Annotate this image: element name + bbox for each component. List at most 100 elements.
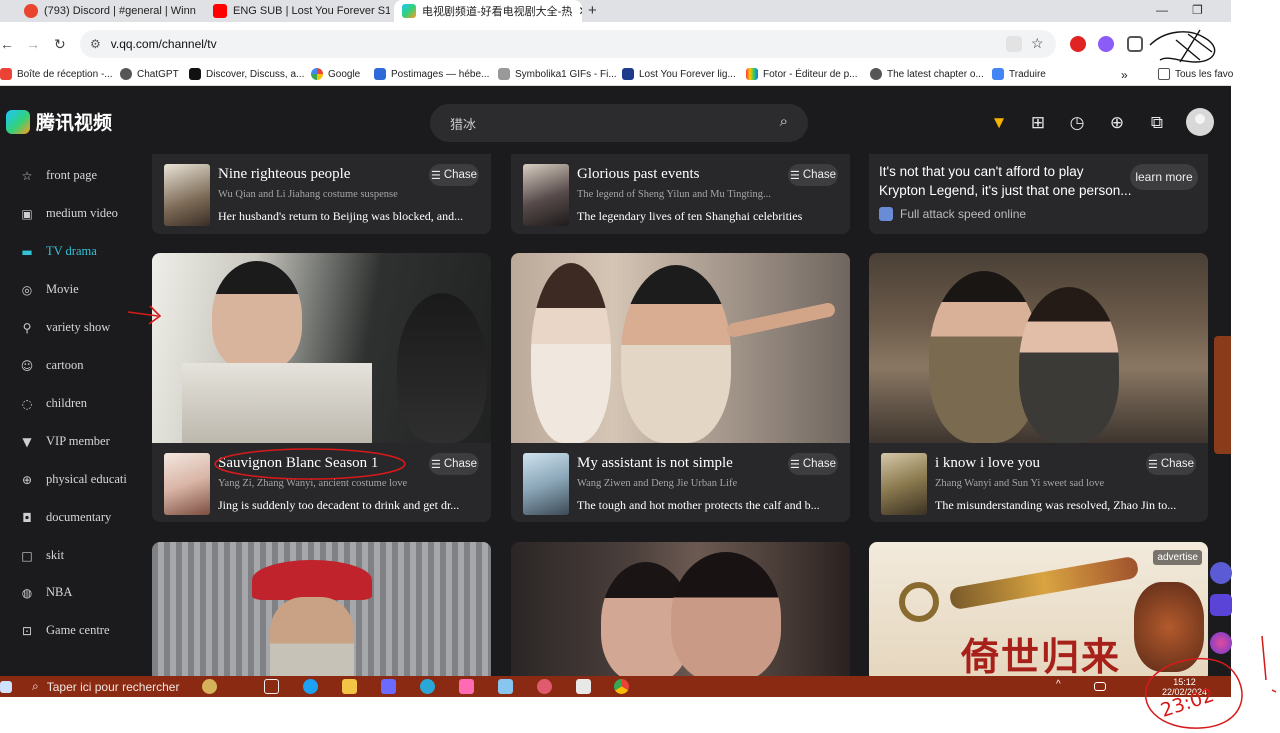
bookmark-traduire[interactable]: Traduire xyxy=(992,68,1046,80)
drama-card[interactable]: My assistant is not simple Wang Ziwen an… xyxy=(511,253,850,522)
card-title[interactable]: Sauvignon Blanc Season 1 xyxy=(218,455,418,472)
download-icon[interactable]: ⧉ xyxy=(1146,112,1168,134)
poster-thumbnail[interactable] xyxy=(164,453,210,515)
app-icon[interactable] xyxy=(537,679,552,694)
bookmark-postimages[interactable]: Postimages — hébe... xyxy=(374,68,489,80)
nav-children[interactable]: ◌ children xyxy=(20,396,87,411)
extensions-puzzle-icon[interactable] xyxy=(1127,36,1143,52)
translate-icon[interactable] xyxy=(1006,36,1022,52)
url-field[interactable]: ⚙ v.qq.com/channel/tv xyxy=(80,30,1056,58)
card-title[interactable]: Nine righteous people xyxy=(218,166,418,183)
site-info-icon[interactable]: ⚙ xyxy=(90,37,101,51)
avatar[interactable] xyxy=(1186,108,1214,136)
chase-button[interactable]: ☰ Chase xyxy=(788,164,838,186)
nav-nba[interactable]: ◍ NBA xyxy=(20,585,73,600)
card-title[interactable]: My assistant is not simple xyxy=(577,455,777,472)
tab-discord[interactable]: (793) Discord | #general | Winn ✕ xyxy=(16,0,196,22)
chase-button[interactable]: ☰ Chase xyxy=(788,453,838,475)
nav-tv-drama[interactable]: ▬ TV drama xyxy=(20,244,96,259)
chase-button[interactable]: ☰ Chase xyxy=(429,453,479,475)
nav-variety-show[interactable]: ⚲ variety show xyxy=(20,320,111,335)
tray-chevron-icon[interactable]: ^ xyxy=(1056,679,1066,694)
history-icon[interactable]: ◷ xyxy=(1066,112,1088,134)
chrome-icon[interactable] xyxy=(614,679,629,694)
app-icon[interactable] xyxy=(459,679,474,694)
drama-still-image[interactable] xyxy=(511,542,850,676)
drama-card[interactable]: Nine righteous people Wu Qian and Li Jia… xyxy=(152,154,491,234)
drama-still-image[interactable] xyxy=(869,253,1208,443)
edge-icon[interactable] xyxy=(303,679,318,694)
forward-icon[interactable]: → xyxy=(26,36,40,52)
nav-physical-education[interactable]: ⊕ physical educati xyxy=(20,472,127,487)
site-logo[interactable]: 腾讯视频 xyxy=(6,108,112,135)
bookmark-fotor[interactable]: Fotor - Éditeur de p... xyxy=(746,68,858,80)
taskbar-search[interactable]: ⌕ Taper ici pour rechercher xyxy=(24,676,194,697)
nav-movie[interactable]: ◎ Movie xyxy=(20,282,79,297)
file-explorer-icon[interactable] xyxy=(342,679,357,694)
bookmark-star-icon[interactable]: ☆ xyxy=(1031,35,1047,51)
chase-button[interactable]: ☰ Chase xyxy=(1146,453,1196,475)
bookmark-google[interactable]: Google xyxy=(311,68,360,80)
drama-card[interactable] xyxy=(152,542,491,676)
nav-skit[interactable]: □ skit xyxy=(20,548,64,563)
windows-start-icon[interactable] xyxy=(0,681,12,693)
nav-medium-video[interactable]: ▣ medium video xyxy=(20,206,118,221)
widgets-icon[interactable] xyxy=(202,679,217,694)
minimize-icon[interactable]: — xyxy=(1156,3,1168,17)
close-icon[interactable]: ✕ xyxy=(578,4,582,18)
poster-thumbnail[interactable] xyxy=(523,164,569,226)
bookmark-chatgpt[interactable]: ChatGPT xyxy=(120,68,179,80)
drama-still-image[interactable] xyxy=(152,253,491,443)
new-tab-icon[interactable]: + xyxy=(588,2,597,19)
drama-still-image[interactable] xyxy=(511,253,850,443)
game-icon[interactable]: ⊞ xyxy=(1027,112,1049,134)
nav-front-page[interactable]: ☆ front page xyxy=(20,168,97,183)
tab-tencent-video[interactable]: 电视剧频道-好看电视剧大全-热 ✕ xyxy=(394,0,582,22)
nav-cartoon[interactable]: ☺ cartoon xyxy=(20,358,84,373)
side-banner[interactable] xyxy=(1214,336,1231,454)
search-input[interactable]: 猎冰 ⌕ xyxy=(430,104,808,142)
drama-card[interactable]: Sauvignon Blanc Season 1 Yang Zi, Zhang … xyxy=(152,253,491,522)
extension-purple-icon[interactable] xyxy=(1098,36,1114,52)
bookmark-lost-you-forever[interactable]: Lost You Forever lig... xyxy=(622,68,736,80)
drama-card[interactable]: Glorious past events The legend of Sheng… xyxy=(511,154,850,234)
drama-card[interactable]: i know i love you Zhang Wanyi and Sun Yi… xyxy=(869,253,1208,522)
upload-icon[interactable]: ⊕ xyxy=(1106,112,1128,134)
nav-game-centre[interactable]: ⊡ Game centre xyxy=(20,623,110,638)
bookmark-gmail[interactable]: Boîte de réception -... xyxy=(0,68,113,80)
card-title[interactable]: i know i love you xyxy=(935,455,1135,472)
sidebar-panel-icon[interactable] xyxy=(1210,594,1232,616)
nav-documentary[interactable]: ◘ documentary xyxy=(20,510,111,525)
system-clock[interactable]: 15:12 22/02/2024 xyxy=(1162,677,1207,697)
card-title[interactable]: Glorious past events xyxy=(577,166,777,183)
drama-card[interactable] xyxy=(511,542,850,676)
drama-still-image[interactable] xyxy=(152,542,491,676)
app-icon[interactable] xyxy=(576,679,591,694)
bookmark-symbolika[interactable]: Symbolika1 GIFs - Fi... xyxy=(498,68,617,80)
app-icon[interactable] xyxy=(498,679,513,694)
app-icon[interactable] xyxy=(381,679,396,694)
reload-icon[interactable]: ↻ xyxy=(54,36,66,53)
translate-side-icon[interactable] xyxy=(1210,562,1232,584)
brain-extension-icon[interactable] xyxy=(1210,632,1232,654)
back-icon[interactable]: ← xyxy=(0,36,14,52)
bookmark-latest-chapter[interactable]: The latest chapter o... xyxy=(870,68,984,80)
chase-button[interactable]: ☰ Chase xyxy=(429,164,479,186)
extension-red-icon[interactable] xyxy=(1070,36,1086,52)
battery-icon[interactable] xyxy=(1094,682,1106,691)
bookmark-discover[interactable]: Discover, Discuss, a... xyxy=(189,68,304,80)
search-icon[interactable]: ⌕ xyxy=(780,113,788,130)
vip-icon[interactable]: ▼ xyxy=(988,112,1010,134)
restore-icon[interactable]: ❐ xyxy=(1192,3,1203,17)
task-view-icon[interactable] xyxy=(264,679,279,694)
app-icon[interactable] xyxy=(420,679,435,694)
ad-image[interactable]: 倚世归来 advertise xyxy=(869,542,1208,676)
nav-vip-member[interactable]: ▼ VIP member xyxy=(20,434,109,449)
learn-more-button[interactable]: learn more xyxy=(1130,164,1198,190)
poster-thumbnail[interactable] xyxy=(881,453,927,515)
tab-youtube[interactable]: ENG SUB | Lost You Forever S1 ✕ xyxy=(205,0,390,22)
bookmarks-more-button[interactable]: » xyxy=(1121,68,1128,82)
poster-thumbnail[interactable] xyxy=(523,453,569,515)
all-bookmarks-folder[interactable]: Tous les favo xyxy=(1158,68,1233,80)
ad-card[interactable]: 倚世归来 advertise xyxy=(869,542,1208,676)
